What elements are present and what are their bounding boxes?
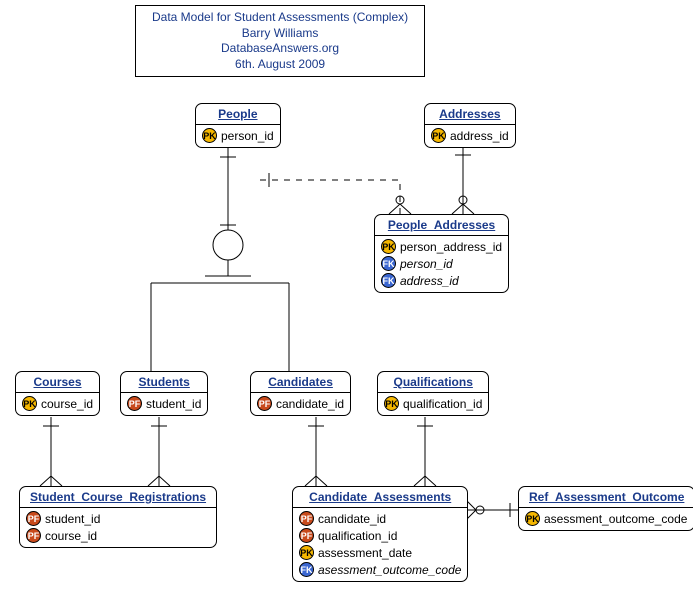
entity-courses: Courses PK course_id bbox=[15, 371, 100, 416]
diagram-canvas: Data Model for Student Assessments (Comp… bbox=[0, 0, 693, 610]
entity-header: Addresses bbox=[425, 104, 515, 125]
entity-people: People PK person_id bbox=[195, 103, 281, 148]
entity-header: Candidates bbox=[251, 372, 350, 393]
entity-candidate-assessments: Candidate_Assessments PF candidate_id PF qu… bbox=[292, 486, 468, 582]
attribute-row: PF qualification_id bbox=[299, 527, 461, 544]
attribute-row: PF candidate_id bbox=[299, 510, 461, 527]
attribute-row: PK assessment_date bbox=[299, 544, 461, 561]
attribute-name: qualification_id bbox=[318, 529, 397, 543]
entity-qualifications: Qualifications PK qualification_id bbox=[377, 371, 489, 416]
pk-key-icon: PK bbox=[384, 396, 399, 411]
entity-students: Students PF student_id bbox=[120, 371, 208, 416]
entity-people-addresses: People_Addresses PK person_address_id FK pe… bbox=[374, 214, 509, 293]
attribute-name: address_id bbox=[450, 129, 509, 143]
pf-key-icon: PF bbox=[26, 528, 41, 543]
attribute-row: PF student_id bbox=[26, 510, 210, 527]
pk-key-icon: PK bbox=[431, 128, 446, 143]
pf-key-icon: PF bbox=[299, 511, 314, 526]
pf-key-icon: PF bbox=[26, 511, 41, 526]
pk-key-icon: PK bbox=[381, 239, 396, 254]
attribute-name: person_address_id bbox=[400, 240, 502, 254]
title-line-1: Data Model for Student Assessments (Comp… bbox=[152, 10, 408, 26]
pk-key-icon: PK bbox=[22, 396, 37, 411]
attribute-name: asessment_outcome_code bbox=[544, 512, 687, 526]
entity-header: People_Addresses bbox=[375, 215, 508, 236]
entity-header: People bbox=[196, 104, 280, 125]
pf-key-icon: PF bbox=[299, 528, 314, 543]
entity-header: Courses bbox=[16, 372, 99, 393]
attribute-name: course_id bbox=[45, 529, 97, 543]
attribute-row: PF candidate_id bbox=[257, 395, 344, 412]
attribute-row: PK asessment_outcome_code bbox=[525, 510, 688, 527]
pk-key-icon: PK bbox=[299, 545, 314, 560]
title-line-4: 6th. August 2009 bbox=[152, 57, 408, 73]
entity-ref-assessment-outcome: Ref_Assessment_Outcome PK asessment_outco… bbox=[518, 486, 693, 531]
attribute-name: student_id bbox=[146, 397, 201, 411]
attribute-row: PK address_id bbox=[431, 127, 509, 144]
attribute-name: person_id bbox=[400, 257, 453, 271]
attribute-name: asessment_outcome_code bbox=[318, 563, 461, 577]
attribute-row: PK person_id bbox=[202, 127, 274, 144]
attribute-row: PK course_id bbox=[22, 395, 93, 412]
pf-key-icon: PF bbox=[127, 396, 142, 411]
attribute-row: FK person_id bbox=[381, 255, 502, 272]
entity-header: Candidate_Assessments bbox=[293, 487, 467, 508]
title-line-2: Barry Williams bbox=[152, 26, 408, 42]
entity-header: Student_Course_Registrations bbox=[20, 487, 216, 508]
entity-student-course-registrations: Student_Course_Registrations PF student_i… bbox=[19, 486, 217, 548]
pk-key-icon: PK bbox=[525, 511, 540, 526]
fk-key-icon: FK bbox=[299, 562, 314, 577]
entity-addresses: Addresses PK address_id bbox=[424, 103, 516, 148]
entity-candidates: Candidates PF candidate_id bbox=[250, 371, 351, 416]
fk-key-icon: FK bbox=[381, 273, 396, 288]
attribute-name: address_id bbox=[400, 274, 459, 288]
attribute-name: candidate_id bbox=[276, 397, 344, 411]
attribute-name: qualification_id bbox=[403, 397, 482, 411]
pf-key-icon: PF bbox=[257, 396, 272, 411]
entity-header: Ref_Assessment_Outcome bbox=[519, 487, 693, 508]
fk-key-icon: FK bbox=[381, 256, 396, 271]
attribute-row: PF course_id bbox=[26, 527, 210, 544]
title-box: Data Model for Student Assessments (Comp… bbox=[135, 5, 425, 77]
attribute-row: FK asessment_outcome_code bbox=[299, 561, 461, 578]
title-line-3: DatabaseAnswers.org bbox=[152, 41, 408, 57]
attribute-row: PF student_id bbox=[127, 395, 201, 412]
attribute-name: course_id bbox=[41, 397, 93, 411]
attribute-name: assessment_date bbox=[318, 546, 412, 560]
pk-key-icon: PK bbox=[202, 128, 217, 143]
attribute-row: PK person_address_id bbox=[381, 238, 502, 255]
attribute-row: PK qualification_id bbox=[384, 395, 482, 412]
entity-header: Qualifications bbox=[378, 372, 488, 393]
entity-header: Students bbox=[121, 372, 207, 393]
attribute-name: student_id bbox=[45, 512, 100, 526]
attribute-row: FK address_id bbox=[381, 272, 502, 289]
attribute-name: person_id bbox=[221, 129, 274, 143]
attribute-name: candidate_id bbox=[318, 512, 386, 526]
